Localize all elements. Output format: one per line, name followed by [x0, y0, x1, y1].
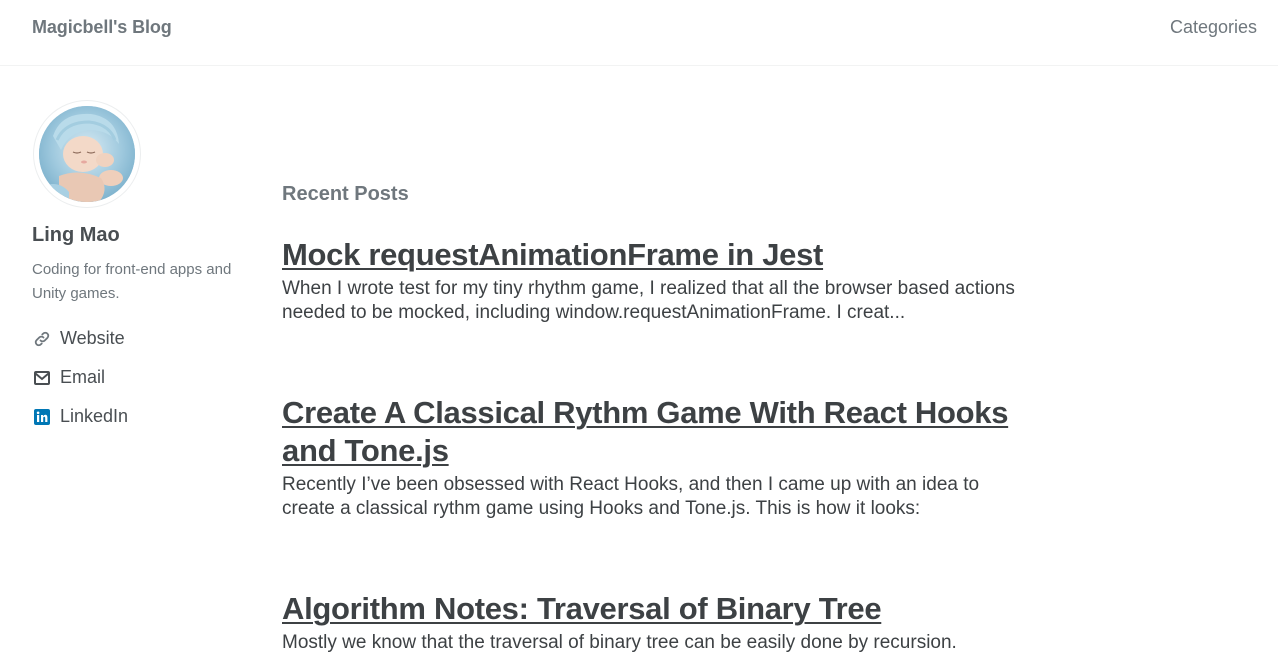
site-title-link[interactable]: Magicbell's Blog [32, 17, 172, 38]
email-link-label: Email [60, 367, 106, 387]
post-title: Algorithm Notes: Traversal of Binary Tre… [282, 590, 1042, 628]
avatar [33, 100, 141, 208]
post-title-link[interactable]: Algorithm Notes: Traversal of Binary Tre… [282, 591, 882, 626]
post-title-link[interactable]: Mock requestAnimationFrame in Jest [282, 237, 823, 272]
envelope-icon [32, 368, 52, 388]
section-title-recent-posts: Recent Posts [282, 183, 409, 205]
author-bio: Coding for front-end apps and Unity game… [32, 261, 232, 302]
baby-photo-avatar [39, 106, 135, 202]
website-link[interactable]: Website [32, 328, 125, 349]
author-link-item: LinkedIn [32, 406, 128, 445]
post-item: Mock requestAnimationFrame in Jest When … [282, 236, 1042, 325]
nav-item-categories[interactable]: Categories [1170, 17, 1257, 38]
author-link-item: Website [32, 328, 128, 367]
author-links-list: Website Email LinkedIn [32, 328, 128, 445]
post-excerpt: When I wrote test for my tiny rhythm gam… [282, 278, 1015, 323]
author-link-item: Email [32, 367, 128, 406]
email-link[interactable]: Email [32, 367, 105, 388]
author-name: Ling Mao [32, 224, 120, 246]
masthead: Magicbell's Blog Categories [0, 0, 1278, 66]
avatar-illustration [39, 106, 135, 202]
post-excerpt: Recently I’ve been obsessed with React H… [282, 474, 980, 519]
linkedin-icon [32, 407, 52, 427]
post-excerpt: Mostly we know that the traversal of bin… [282, 632, 957, 653]
post-title: Create A Classical Rythm Game With React… [282, 394, 1042, 470]
post-title: Mock requestAnimationFrame in Jest [282, 236, 1042, 274]
post-item: Algorithm Notes: Traversal of Binary Tre… [282, 590, 1042, 655]
post-item: Create A Classical Rythm Game With React… [282, 394, 1042, 521]
linkedin-link[interactable]: LinkedIn [32, 406, 128, 427]
linkedin-link-label: LinkedIn [60, 406, 129, 426]
link-icon [32, 329, 52, 349]
website-link-label: Website [60, 328, 125, 348]
author-sidebar: Ling Mao Coding for front-end apps and U… [32, 100, 262, 426]
post-title-link[interactable]: Create A Classical Rythm Game With React… [282, 395, 1008, 468]
